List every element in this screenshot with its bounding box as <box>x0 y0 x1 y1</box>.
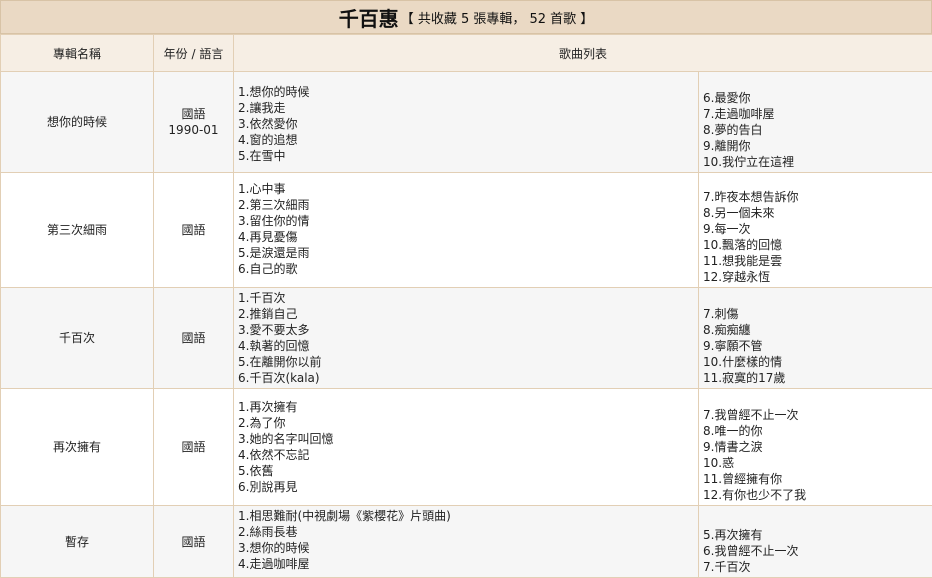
song-item[interactable]: 6.最愛你 <box>703 90 932 106</box>
song-item[interactable]: 8.夢的告白 <box>703 122 932 138</box>
album-table: 專輯名稱 年份 / 語言 歌曲列表 想你的時候 國語 1990-01 1.想你的… <box>0 34 932 578</box>
song-item[interactable]: 6.自己的歌 <box>238 261 698 277</box>
song-item[interactable]: 12.有你也少不了我 <box>703 487 932 503</box>
song-list-right: 7.刺傷 8.痴痴纏 9.寧願不管 10.什麼樣的情 11.寂寞的17歲 <box>699 288 932 389</box>
table-header-row: 專輯名稱 年份 / 語言 歌曲列表 <box>1 35 932 72</box>
song-item[interactable]: 3.留住你的情 <box>238 213 698 229</box>
table-row: 想你的時候 國語 1990-01 1.想你的時候 2.讓我走 3.依然愛你 4.… <box>1 72 932 173</box>
album-name[interactable]: 再次擁有 <box>1 389 154 506</box>
column-header-year-language: 年份 / 語言 <box>154 35 234 72</box>
song-list-right: 7.昨夜本想告訴你 8.另一個未來 9.每一次 10.飄落的回憶 11.想我能是… <box>699 173 932 288</box>
song-list-left: 1.再次擁有 2.為了你 3.她的名字叫回憶 4.依然不忘記 5.依舊 6.別說… <box>234 389 699 506</box>
song-item[interactable]: 7.我曾經不止一次 <box>703 407 932 423</box>
song-item[interactable]: 1.相思難耐(中視劇場《紫櫻花》片頭曲) <box>238 508 698 524</box>
collection-summary: 【 共收藏 5 張專輯， 52 首歌 】 <box>401 8 594 27</box>
song-item[interactable]: 7.走過咖啡屋 <box>703 106 932 122</box>
song-item[interactable]: 9.每一次 <box>703 221 932 237</box>
song-item[interactable]: 11.寂寞的17歲 <box>703 370 932 386</box>
album-name[interactable]: 千百次 <box>1 288 154 389</box>
song-item[interactable]: 5.在雪中 <box>238 148 698 164</box>
song-item[interactable]: 4.窗的追想 <box>238 132 698 148</box>
table-row: 暫存 國語 1.相思難耐(中視劇場《紫櫻花》片頭曲) 2.絲雨長巷 3.想你的時… <box>1 506 932 578</box>
album-year-language: 國語 <box>154 288 234 389</box>
song-item[interactable]: 5.依舊 <box>238 463 698 479</box>
song-item[interactable]: 6.我曾經不止一次 <box>703 543 932 559</box>
song-item[interactable]: 1.再次擁有 <box>238 399 698 415</box>
song-item[interactable]: 1.想你的時候 <box>238 84 698 100</box>
song-item[interactable]: 2.第三次細雨 <box>238 197 698 213</box>
album-year-language: 國語 <box>154 506 234 578</box>
song-list-right: 7.我曾經不止一次 8.唯一的你 9.情書之淚 10.惑 11.曾經擁有你 12… <box>699 389 932 506</box>
artist-name: 千百惠 <box>339 3 399 32</box>
song-item[interactable]: 8.另一個未來 <box>703 205 932 221</box>
song-item[interactable]: 12.穿越永恆 <box>703 269 932 285</box>
song-item[interactable]: 6.千百次(kala) <box>238 370 698 386</box>
song-item[interactable]: 4.依然不忘記 <box>238 447 698 463</box>
song-item[interactable]: 6.別說再見 <box>238 479 698 495</box>
song-item[interactable]: 9.寧願不管 <box>703 338 932 354</box>
album-language: 國語 <box>154 439 233 455</box>
table-row: 千百次 國語 1.千百次 2.推銷自己 3.愛不要太多 4.執著的回憶 5.在離… <box>1 288 932 389</box>
song-item[interactable]: 2.讓我走 <box>238 100 698 116</box>
song-item[interactable]: 10.惑 <box>703 455 932 471</box>
album-name[interactable]: 第三次細雨 <box>1 173 154 288</box>
page-title-bar: 千百惠 【 共收藏 5 張專輯， 52 首歌 】 <box>0 0 932 34</box>
song-list-left: 1.相思難耐(中視劇場《紫櫻花》片頭曲) 2.絲雨長巷 3.想你的時候 4.走過… <box>234 506 699 578</box>
album-language: 國語 <box>154 534 233 550</box>
song-item[interactable]: 9.離開你 <box>703 138 932 154</box>
table-row: 第三次細雨 國語 1.心中事 2.第三次細雨 3.留住你的情 4.再見憂傷 5.… <box>1 173 932 288</box>
song-list-right: 6.最愛你 7.走過咖啡屋 8.夢的告白 9.離開你 10.我佇立在這裡 <box>699 72 932 173</box>
song-item[interactable]: 7.刺傷 <box>703 306 932 322</box>
song-item[interactable]: 10.什麼樣的情 <box>703 354 932 370</box>
column-header-album: 專輯名稱 <box>1 35 154 72</box>
song-item[interactable]: 11.曾經擁有你 <box>703 471 932 487</box>
column-header-songs: 歌曲列表 <box>234 35 932 72</box>
album-year-language: 國語 1990-01 <box>154 72 234 173</box>
song-item[interactable]: 2.為了你 <box>238 415 698 431</box>
song-list-left: 1.心中事 2.第三次細雨 3.留住你的情 4.再見憂傷 5.是淚還是雨 6.自… <box>234 173 699 288</box>
album-name[interactable]: 想你的時候 <box>1 72 154 173</box>
song-item[interactable]: 8.唯一的你 <box>703 423 932 439</box>
song-item[interactable]: 8.痴痴纏 <box>703 322 932 338</box>
song-item[interactable]: 3.愛不要太多 <box>238 322 698 338</box>
song-item[interactable]: 10.飄落的回憶 <box>703 237 932 253</box>
song-item[interactable]: 3.依然愛你 <box>238 116 698 132</box>
song-list-left: 1.想你的時候 2.讓我走 3.依然愛你 4.窗的追想 5.在雪中 <box>234 72 699 173</box>
album-year-language: 國語 <box>154 389 234 506</box>
song-item[interactable]: 5.在離開你以前 <box>238 354 698 370</box>
song-item[interactable]: 11.想我能是雲 <box>703 253 932 269</box>
song-item[interactable]: 1.千百次 <box>238 290 698 306</box>
table-row: 再次擁有 國語 1.再次擁有 2.為了你 3.她的名字叫回憶 4.依然不忘記 5… <box>1 389 932 506</box>
song-item[interactable]: 4.再見憂傷 <box>238 229 698 245</box>
album-year-language: 國語 <box>154 173 234 288</box>
song-list-left: 1.千百次 2.推銷自己 3.愛不要太多 4.執著的回憶 5.在離開你以前 6.… <box>234 288 699 389</box>
album-language: 國語 <box>154 330 233 346</box>
song-item[interactable]: 5.是淚還是雨 <box>238 245 698 261</box>
song-item[interactable]: 5.再次擁有 <box>703 527 932 543</box>
song-item[interactable]: 9.情書之淚 <box>703 439 932 455</box>
song-item[interactable]: 3.想你的時候 <box>238 540 698 556</box>
album-language: 國語 <box>154 106 233 122</box>
song-item[interactable]: 10.我佇立在這裡 <box>703 154 932 170</box>
album-language: 國語 <box>154 222 233 238</box>
song-list-right: 5.再次擁有 6.我曾經不止一次 7.千百次 <box>699 506 932 578</box>
song-item[interactable]: 1.心中事 <box>238 181 698 197</box>
song-item[interactable]: 3.她的名字叫回憶 <box>238 431 698 447</box>
song-item[interactable]: 7.昨夜本想告訴你 <box>703 189 932 205</box>
song-item[interactable]: 4.執著的回憶 <box>238 338 698 354</box>
album-name[interactable]: 暫存 <box>1 506 154 578</box>
song-item[interactable]: 4.走過咖啡屋 <box>238 556 698 572</box>
album-year: 1990-01 <box>154 122 233 138</box>
song-item[interactable]: 2.絲雨長巷 <box>238 524 698 540</box>
song-item[interactable]: 2.推銷自己 <box>238 306 698 322</box>
